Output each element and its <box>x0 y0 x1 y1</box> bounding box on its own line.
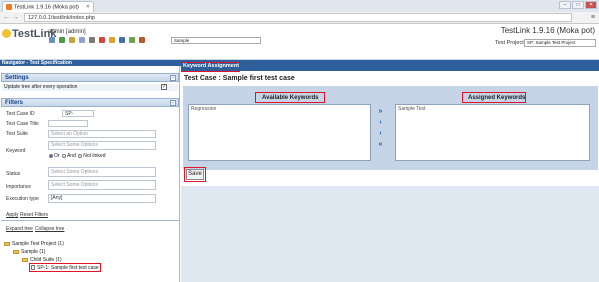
move-right-icon[interactable]: › <box>374 119 387 126</box>
keyword-not-linked-radio[interactable] <box>78 154 83 158</box>
collapse-toggle-icon[interactable]: - <box>170 100 176 106</box>
back-icon[interactable]: ← <box>3 14 10 21</box>
url-input[interactable]: 127.0.0.1/testlink/index.php <box>24 13 572 22</box>
maximize-button[interactable]: □ <box>572 1 584 9</box>
reset-filters-button[interactable]: Reset Filters <box>20 212 48 218</box>
edit-icon[interactable] <box>119 37 125 43</box>
logout-icon[interactable] <box>139 37 145 43</box>
test-suite-select[interactable]: Select an Option <box>48 130 156 138</box>
collapse-toggle-icon[interactable]: - <box>170 75 176 81</box>
empty-workframe-area <box>181 186 599 282</box>
filters-title: Filters <box>5 100 24 106</box>
update-tree-checkbox[interactable]: ✓ <box>161 84 167 90</box>
requirements-icon[interactable] <box>109 37 115 43</box>
window-controls: – □ ✕ <box>559 1 597 9</box>
execution-type-label: Execution type <box>6 196 39 202</box>
test-case-id-label: Test Case ID <box>6 111 35 117</box>
highlight-available-keywords <box>255 92 325 103</box>
test-suite-label: Test Suite <box>6 131 28 137</box>
tree-node-suite[interactable]: Sample (1) <box>13 249 45 255</box>
folder-icon <box>22 258 28 262</box>
expand-tree-button[interactable]: Expand tree <box>6 226 33 232</box>
current-user: admin [admin] <box>48 29 86 35</box>
collapse-tree-button[interactable]: Collapse tree <box>35 226 64 232</box>
filters-header[interactable]: Filters - <box>1 98 179 107</box>
assigned-keyword-option[interactable]: Sample Test <box>397 106 588 112</box>
settings-header[interactable]: Settings - <box>1 73 179 82</box>
search-icon[interactable] <box>129 37 135 43</box>
keyword-label: Keyword <box>6 148 26 154</box>
toolbar-search-input[interactable]: Sample <box>171 37 261 44</box>
settings-title: Settings <box>5 75 29 81</box>
folder-icon <box>13 250 19 254</box>
test-case-title-label: Test Case Title <box>6 121 39 127</box>
test-specification-icon[interactable] <box>59 37 65 43</box>
address-bar-row: ← → 127.0.0.1/testlink/index.php ≡ <box>0 12 599 24</box>
app-version: TestLink 1.9.16 (Moka pot) <box>500 26 595 35</box>
user-management-icon[interactable] <box>89 37 95 43</box>
importance-label: Importance <box>6 184 32 190</box>
tree-node-project[interactable]: Sample Test Project (1) <box>4 241 64 247</box>
move-keywords-controls: » › ‹ « <box>372 106 389 156</box>
test-case-id-input[interactable]: SP- <box>62 110 94 117</box>
execution-type-select[interactable]: [Any] <box>48 194 156 203</box>
available-keywords-list[interactable]: Regression <box>188 104 371 161</box>
move-all-right-icon[interactable]: » <box>374 108 387 115</box>
browser-tab-bar: TestLink 1.9.16 (Moka pot) ✕ – □ ✕ <box>0 0 599 12</box>
keyword-and-radio[interactable] <box>61 154 66 158</box>
update-tree-label: Update tree after every operation <box>2 84 178 91</box>
keyword-select[interactable]: Select Some Options <box>48 141 156 150</box>
test-project-select[interactable]: SP: Sample Test Project <box>524 39 596 47</box>
browser-menu-icon[interactable]: ≡ <box>591 14 595 21</box>
highlight-test-case <box>29 263 101 272</box>
desktop-icon[interactable] <box>49 37 55 43</box>
highlight-save-button <box>184 167 206 182</box>
status-select[interactable]: Select Some Options <box>48 167 156 177</box>
events-icon[interactable] <box>99 37 105 43</box>
move-left-icon[interactable]: ‹ <box>374 130 387 137</box>
minimize-button[interactable]: – <box>559 1 571 9</box>
assigned-keywords-list[interactable]: Sample Test <box>395 104 590 161</box>
status-label: Status <box>6 171 21 177</box>
highlight-keyword-assignment <box>181 62 240 72</box>
move-all-left-icon[interactable]: « <box>374 141 387 148</box>
test-case-title: Test Case : Sample first test case <box>184 75 295 82</box>
folder-icon <box>4 242 10 246</box>
keyword-match-options: Or And Not linked <box>48 153 105 159</box>
test-execution-icon[interactable] <box>69 37 75 43</box>
tab-title: TestLink 1.9.16 (Moka pot) <box>14 4 79 11</box>
keyword-or-radio[interactable] <box>49 154 53 158</box>
available-keyword-option[interactable]: Regression <box>190 106 369 112</box>
test-case-title-input[interactable] <box>48 120 88 127</box>
testlink-logo-icon <box>2 29 11 38</box>
highlight-assigned-keywords <box>462 92 526 103</box>
close-tab-icon[interactable]: ✕ <box>86 4 90 10</box>
browser-tab[interactable]: TestLink 1.9.16 (Moka pot) ✕ <box>2 1 94 12</box>
forward-icon[interactable]: → <box>12 14 19 21</box>
importance-select[interactable]: Select Some Options <box>48 180 156 190</box>
test-project-label: Test Project <box>495 40 524 46</box>
divider <box>1 220 179 221</box>
reports-icon[interactable] <box>79 37 85 43</box>
apply-filters-button[interactable]: Apply <box>6 212 19 218</box>
testlink-favicon-icon <box>6 4 12 10</box>
close-window-button[interactable]: ✕ <box>585 1 597 9</box>
keyword-assignment-title-bar <box>181 62 599 71</box>
